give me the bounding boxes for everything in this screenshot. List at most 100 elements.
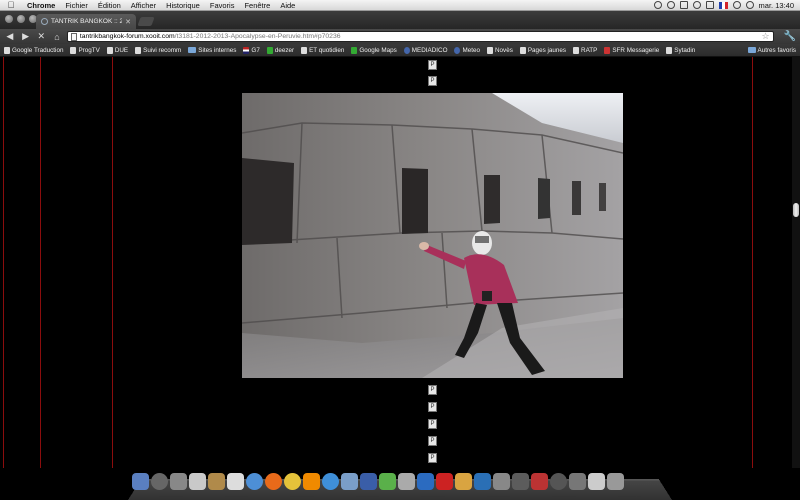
wrench-icon[interactable]: 🔧 <box>784 31 796 42</box>
home-icon[interactable]: ⌂ <box>51 32 63 42</box>
disk-utility-icon[interactable] <box>550 473 567 490</box>
photo-app-icon[interactable] <box>360 473 377 490</box>
bookmark-google-maps[interactable]: Google Maps <box>351 46 397 54</box>
bookmark-other-favorites[interactable]: Autres favoris <box>747 47 800 54</box>
tab-favicon-icon <box>41 18 48 25</box>
page-icon <box>519 46 526 54</box>
bookmark-deezer[interactable]: deezer <box>266 46 294 54</box>
bookmark-ratp[interactable]: RATP <box>573 46 597 54</box>
broken-image-icon: P <box>428 453 437 463</box>
vlc-icon[interactable] <box>303 473 320 490</box>
bookmark-noves[interactable]: Novès <box>487 46 513 54</box>
menu-app-name[interactable]: Chrome <box>22 1 60 10</box>
app-icon[interactable] <box>455 473 472 490</box>
page-icon <box>106 46 113 54</box>
menu-edition[interactable]: Édition <box>93 1 126 10</box>
tab-title: TANTRIK BANGKOK :: 2012 <box>51 18 123 25</box>
bookmark-star-icon[interactable]: ☆ <box>761 31 769 42</box>
address-book-icon[interactable] <box>208 473 225 490</box>
safari-icon[interactable] <box>246 473 263 490</box>
bookmark-sytadin[interactable]: Sytadin <box>666 46 695 54</box>
menu-fenetre[interactable]: Fenêtre <box>239 1 275 10</box>
bookmark-sites-internes[interactable]: Sites internes <box>188 47 236 54</box>
filezilla-icon[interactable] <box>531 473 548 490</box>
bookmark-pages-jaunes[interactable]: Pages jaunes <box>519 46 566 54</box>
tab-close-icon[interactable]: ✕ <box>125 18 131 26</box>
page-icon <box>70 33 77 41</box>
menu-favoris[interactable]: Favoris <box>205 1 240 10</box>
app-store-icon[interactable] <box>569 473 586 490</box>
menu-historique[interactable]: Historique <box>161 1 205 10</box>
broken-image-icon: P <box>428 60 437 70</box>
bluetooth-icon[interactable] <box>692 1 701 9</box>
utility-icon[interactable] <box>493 473 510 490</box>
bookmark-google-traduction[interactable]: Google Traduction <box>4 46 63 54</box>
browser-toolbar: ◀ ▶ ✕ ⌂ tantrikbangkok-forum.xooit.com/t… <box>0 29 800 44</box>
bookmark-mediadico[interactable]: MEDIADICO <box>403 46 447 54</box>
tab-active[interactable]: TANTRIK BANGKOK :: 2012 ✕ <box>36 14 136 29</box>
bookmark-meteo[interactable]: Meteo <box>454 46 480 54</box>
skype-icon[interactable] <box>474 473 491 490</box>
bookmark-sfr-messagerie[interactable]: SFR Messagerie <box>604 46 659 54</box>
folder-icon <box>747 47 756 53</box>
close-window-button[interactable] <box>5 15 13 23</box>
bookmark-due[interactable]: DUE <box>106 46 128 54</box>
dashboard-icon[interactable] <box>151 473 168 490</box>
display-icon[interactable] <box>679 1 688 9</box>
menu-afficher[interactable]: Afficher <box>126 1 161 10</box>
menu-extras: mar. 13:40 <box>653 1 800 10</box>
preview-icon[interactable] <box>341 473 358 490</box>
textedit-icon[interactable] <box>227 473 244 490</box>
french-flag-icon[interactable] <box>718 1 728 9</box>
facetime-icon[interactable] <box>379 473 396 490</box>
volume-icon[interactable] <box>745 1 754 9</box>
menu-clock[interactable]: mar. 13:40 <box>759 1 794 10</box>
back-arrow-icon[interactable]: ◀ <box>4 31 16 42</box>
scrollbar-thumb[interactable] <box>793 203 799 217</box>
vertical-scrollbar[interactable] <box>792 57 800 468</box>
url-host: tantrikbangkok-forum.xooit.com <box>79 33 175 40</box>
stop-icon[interactable]: ✕ <box>35 31 47 42</box>
minimize-window-button[interactable] <box>17 15 25 23</box>
page-icon <box>4 46 10 54</box>
chrome-icon[interactable] <box>284 473 301 490</box>
broken-image-icon: P <box>428 419 437 429</box>
firefox-icon[interactable] <box>265 473 282 490</box>
page-icon <box>666 46 673 54</box>
forum-photo <box>242 93 623 378</box>
page-icon <box>301 46 308 54</box>
terminal-icon[interactable] <box>512 473 529 490</box>
menu-aide[interactable]: Aide <box>275 1 300 10</box>
page-icon <box>135 46 142 54</box>
border-line <box>752 57 753 468</box>
trash-icon[interactable] <box>607 473 624 490</box>
forward-arrow-icon[interactable]: ▶ <box>20 31 32 42</box>
bookmark-et-quotidien[interactable]: ET quotidien <box>301 46 344 54</box>
ical-icon[interactable] <box>189 473 206 490</box>
menu-fichier[interactable]: Fichier <box>60 1 93 10</box>
map-icon <box>351 46 358 54</box>
globe-icon <box>403 46 410 54</box>
bookmark-progtv[interactable]: ProgTV <box>70 46 100 54</box>
wave-icon <box>266 46 273 54</box>
time-machine-icon[interactable] <box>653 1 662 9</box>
acrobat-icon[interactable] <box>436 473 453 490</box>
battery-icon[interactable] <box>705 1 714 9</box>
address-bar[interactable]: tantrikbangkok-forum.xooit.com/t3181-201… <box>66 31 774 42</box>
downloads-stack-icon[interactable] <box>588 473 605 490</box>
wifi-icon[interactable] <box>732 1 741 9</box>
mail-icon[interactable] <box>398 473 415 490</box>
camera-icon[interactable] <box>417 473 434 490</box>
sync-icon[interactable] <box>666 1 675 9</box>
finder-icon[interactable] <box>132 473 149 490</box>
url-path: /t3181-2012-2013-Apocalypse-en-Peruvie.h… <box>174 33 341 40</box>
system-preferences-icon[interactable] <box>170 473 187 490</box>
itunes-icon[interactable] <box>322 473 339 490</box>
bookmark-suivi-recomm[interactable]: Suivi recomm <box>135 46 181 54</box>
new-tab-button[interactable] <box>137 17 155 26</box>
apple-icon[interactable]:  <box>0 0 22 10</box>
tab-strip: TANTRIK BANGKOK :: 2012 ✕ <box>0 11 800 29</box>
bookmark-g7[interactable]: G7 <box>243 46 260 54</box>
broken-image-icon: P <box>428 402 437 412</box>
bookmarks-bar: Google Traduction ProgTV DUE Suivi recom… <box>0 44 800 57</box>
